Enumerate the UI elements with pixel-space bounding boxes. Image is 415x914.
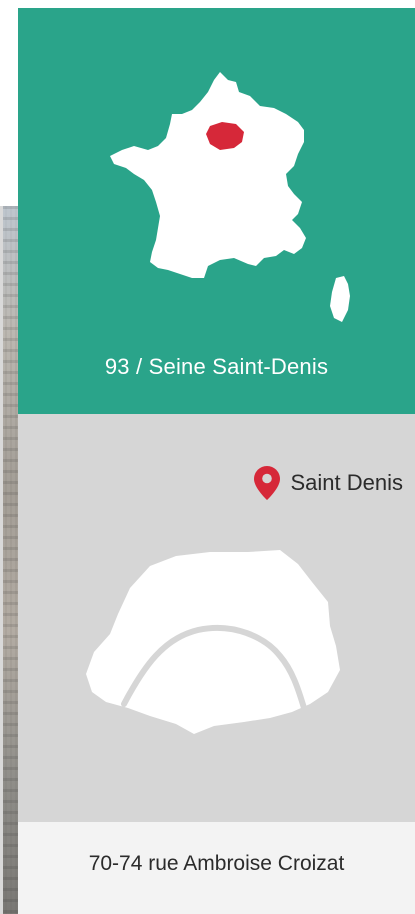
paris-map-icon [86, 550, 340, 734]
france-map-icon [110, 72, 350, 322]
page: 93 / Seine Saint-Denis Saint Denis 70-74… [0, 0, 415, 914]
corsica-island [330, 276, 350, 322]
city-location: Saint Denis [254, 466, 403, 500]
city-label: Saint Denis [290, 470, 403, 495]
france-mainland [110, 72, 306, 278]
region-label: 93 / Seine Saint-Denis [104, 354, 329, 379]
photo-edge [0, 206, 3, 914]
location-pin-icon [254, 466, 281, 500]
address-label: 70-74 rue Ambroise Croizat [88, 852, 345, 875]
